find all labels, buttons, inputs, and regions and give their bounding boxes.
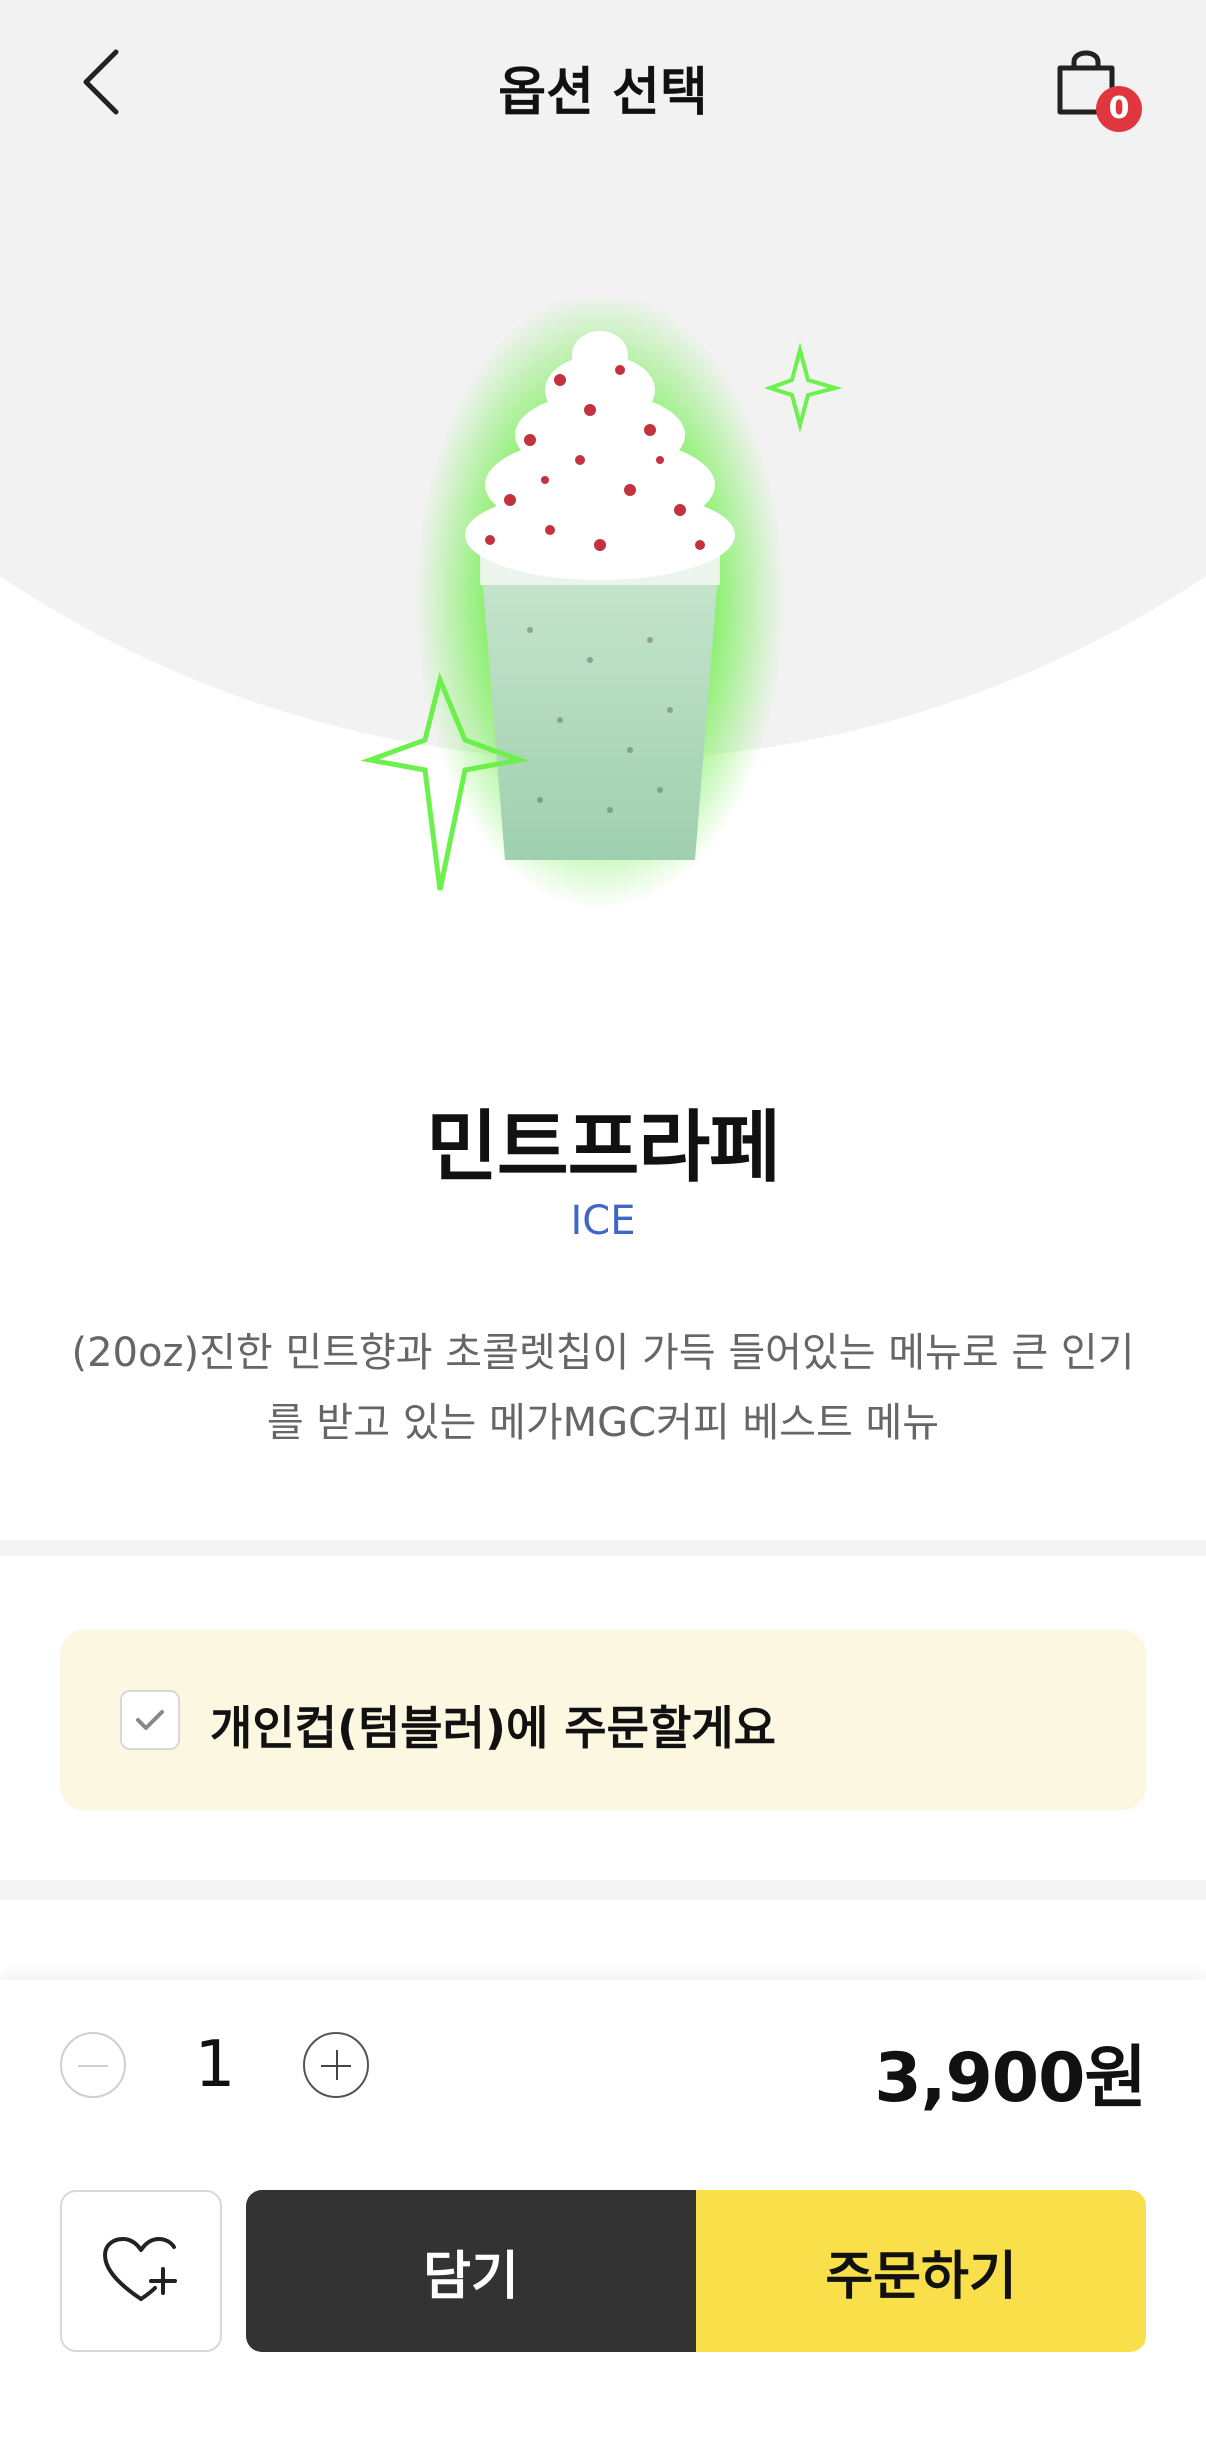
- favorite-button[interactable]: [60, 2190, 222, 2352]
- option-select-screen: 옵션 선택 0 민트프라페 ICE (20oz)진한 민트향과 초콜렛칩이 가득…: [0, 0, 1206, 2454]
- tumbler-option-label: 개인컵(텀블러)에 주문할게요: [210, 1701, 776, 1755]
- product-description: (20oz)진한 민트향과 초콜렛칩이 가득 들어있는 메뉴로 큰 인기를 받고…: [71, 1330, 1135, 1446]
- drink-cup: [480, 550, 720, 860]
- product-name: 민트프라페: [426, 1103, 781, 1193]
- quantity-value: 1: [194, 2028, 236, 2102]
- total-price: 3,900원: [874, 2039, 1147, 2118]
- tumbler-option[interactable]: 개인컵(텀블러)에 주문할게요: [60, 1630, 1146, 1810]
- quantity-decrease-button[interactable]: [60, 2032, 126, 2098]
- order-bar: 1 3,900원 담기 주문하기: [0, 1980, 1206, 2454]
- sparkle-icon: [763, 342, 843, 433]
- cart-button[interactable]: 0: [1050, 46, 1150, 136]
- product-image: [330, 290, 870, 940]
- section-divider: [0, 1880, 1206, 1900]
- page-title: 옵션 선택: [498, 63, 708, 123]
- add-to-cart-button[interactable]: 담기: [246, 2190, 696, 2352]
- header: 옵션 선택 0: [0, 0, 1206, 170]
- tumbler-checkbox[interactable]: [120, 1690, 180, 1750]
- check-icon: [136, 1710, 164, 1730]
- order-button[interactable]: 주문하기: [696, 2190, 1146, 2352]
- cart-count-badge: 0: [1096, 86, 1142, 132]
- heart-plus-icon: [103, 2237, 177, 2301]
- quantity-increase-button[interactable]: [303, 2032, 369, 2098]
- temperature-label: ICE: [570, 1198, 636, 1244]
- section-divider: [0, 1540, 1206, 1556]
